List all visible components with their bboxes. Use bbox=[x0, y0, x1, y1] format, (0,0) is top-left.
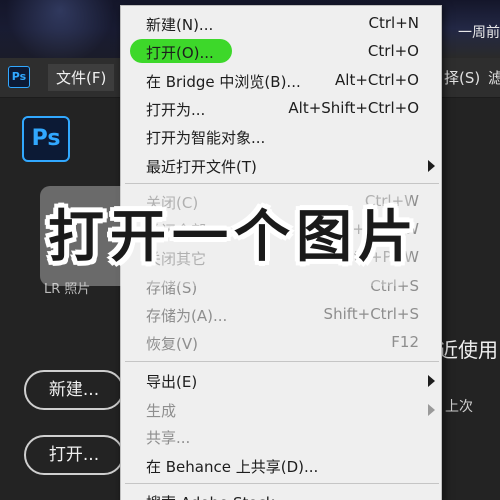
menu-item-label: 打开为智能对象... bbox=[146, 129, 266, 147]
menu-item-shortcut: Shift+Ctrl+S bbox=[323, 305, 419, 323]
menu-item-browse-in-bridge[interactable]: 在 Bridge 中浏览(B)... Alt+Ctrl+O bbox=[121, 68, 443, 94]
tutorial-caption: 打开一个图片 bbox=[48, 205, 420, 270]
menu-item-label: 搜索 Adobe Stock... bbox=[146, 492, 289, 500]
menu-item-open-as-smart-object[interactable]: 打开为智能对象... bbox=[121, 124, 443, 150]
menu-item-open[interactable]: 打开(O)... Ctrl+O bbox=[121, 39, 443, 65]
menu-item-shortcut: Alt+Ctrl+O bbox=[335, 71, 419, 89]
menu-select[interactable]: 择(S) bbox=[444, 67, 480, 88]
menu-item-label: 在 Behance 上共享(D)... bbox=[146, 458, 319, 476]
menu-item-label: 存储为(A)... bbox=[146, 307, 228, 325]
menu-item-search-adobe-stock[interactable]: 搜索 Adobe Stock... bbox=[121, 489, 443, 500]
menu-item-generate: 生成 bbox=[121, 397, 443, 423]
menu-item-label: 最近打开文件(T) bbox=[146, 158, 257, 176]
menu-item-share-on-behance[interactable]: 在 Behance 上共享(D)... bbox=[121, 453, 443, 479]
last-opened-label: 上次 bbox=[445, 399, 474, 415]
submenu-arrow-icon bbox=[428, 160, 435, 172]
menu-item-recent-files[interactable]: 最近打开文件(T) bbox=[121, 153, 443, 179]
menu-separator bbox=[125, 483, 439, 484]
menu-separator bbox=[125, 183, 439, 184]
menu-item-shortcut: Ctrl+N bbox=[368, 14, 419, 32]
menu-item-label: 导出(E) bbox=[146, 373, 198, 391]
menu-item-label: 共享... bbox=[146, 429, 191, 447]
photoshop-logo-icon: Ps bbox=[22, 116, 70, 162]
menu-item-shortcut: F12 bbox=[391, 333, 419, 351]
menu-filter[interactable]: 滤 bbox=[488, 67, 500, 88]
menu-item-label: 恢复(V) bbox=[146, 335, 198, 353]
menu-item-shortcut: Alt+Shift+Ctrl+O bbox=[288, 99, 419, 117]
open-file-button[interactable]: 打开... bbox=[24, 435, 124, 475]
menu-item-shortcut: Ctrl+O bbox=[367, 42, 419, 60]
recent-heading: 近使用 bbox=[438, 338, 498, 362]
menu-item-label: 打开(O)... bbox=[146, 44, 214, 62]
menu-item-label: 打开为... bbox=[146, 101, 206, 119]
menu-item-label: 在 Bridge 中浏览(B)... bbox=[146, 73, 301, 91]
menu-separator bbox=[125, 361, 439, 362]
new-file-button[interactable]: 新建... bbox=[24, 370, 124, 410]
menu-item-open-as[interactable]: 打开为... Alt+Shift+Ctrl+O bbox=[121, 96, 443, 122]
menu-item-label: 新建(N)... bbox=[146, 16, 214, 34]
menu-item-save-as: 存储为(A)... Shift+Ctrl+S bbox=[121, 302, 443, 328]
menu-item-export[interactable]: 导出(E) bbox=[121, 368, 443, 394]
menu-item-label: 生成 bbox=[146, 402, 177, 420]
submenu-arrow-icon bbox=[428, 375, 435, 387]
app-icon[interactable]: Ps bbox=[8, 66, 30, 88]
menu-item-new[interactable]: 新建(N)... Ctrl+N bbox=[121, 11, 443, 37]
menu-item-share: 共享... bbox=[121, 424, 443, 450]
submenu-arrow-icon bbox=[428, 404, 435, 416]
recent-time-text: 一周前 bbox=[458, 25, 500, 41]
menu-item-revert: 恢复(V) F12 bbox=[121, 330, 443, 356]
menu-file[interactable]: 文件(F) bbox=[48, 64, 115, 91]
